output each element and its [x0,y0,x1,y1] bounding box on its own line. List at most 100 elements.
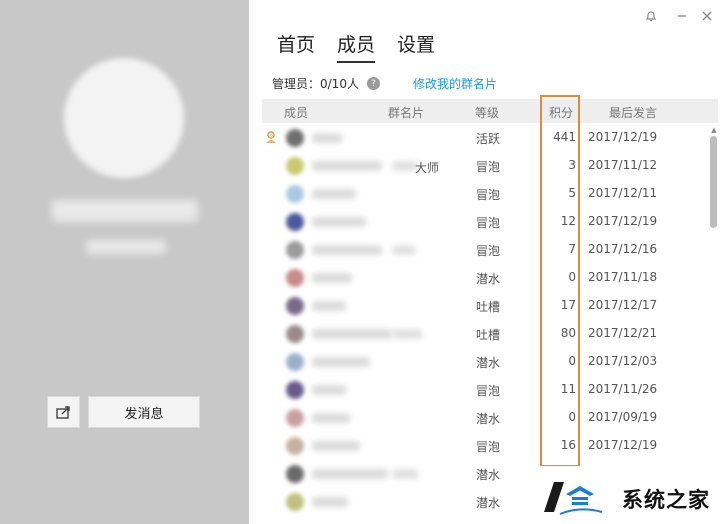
owner-icon [266,131,276,143]
member-last-message: 2017/11/12 [588,158,658,172]
member-level: 潜水 [476,356,501,370]
member-name-blurred [312,357,370,367]
member-last-message: 2017/12/19 [588,438,658,452]
member-card-blurred [392,329,422,339]
member-level: 潜水 [476,272,501,286]
member-last-message: 2017/09/19 [588,410,658,424]
table-row[interactable]: 冒泡 5 2017/12/11 [262,180,706,208]
member-points: 12 [560,214,576,228]
member-avatar [286,493,304,511]
tab-settings[interactable]: 设置 [397,30,435,63]
member-name-blurred [312,217,366,227]
member-avatar [286,241,304,259]
table-row[interactable]: 冒泡 7 2017/12/16 [262,236,706,264]
close-icon[interactable] [699,8,715,24]
member-points: 5 [568,186,576,200]
member-last-message: 2017/12/11 [588,186,658,200]
member-card: 大师 [415,161,440,175]
column-member[interactable]: 成员 [284,104,308,121]
member-last-message: 2017/11/26 [588,382,658,396]
send-message-button[interactable]: 发消息 [88,396,200,428]
member-name-blurred [312,497,348,507]
member-avatar [286,325,304,343]
member-name-blurred [312,301,346,311]
member-name-blurred [312,161,382,171]
table-row[interactable]: 潜水 0 2017/09/19 [262,404,706,432]
member-name-blurred [312,441,360,451]
watermark-text: 系统之家 [622,488,710,512]
minimize-icon[interactable] [674,8,690,24]
member-last-message: 2017/11/18 [588,270,658,284]
member-level: 潜水 [476,412,501,426]
table-row[interactable]: 大师 冒泡 3 2017/11/12 [262,152,706,180]
member-name-blurred [312,385,346,395]
tab-home[interactable]: 首页 [277,30,315,63]
member-avatar [286,353,304,371]
column-last-message[interactable]: 最后发言 [609,104,657,121]
member-last-message: 2017/12/16 [588,242,658,256]
member-last-message: 2017/12/19 [588,130,658,144]
scroll-up-icon[interactable]: ▲ [709,126,719,134]
member-avatar [286,437,304,455]
group-id-blurred [86,240,166,254]
share-button[interactable] [47,396,80,428]
member-name-blurred [312,469,388,479]
member-level: 吐槽 [476,300,501,314]
bell-icon[interactable] [643,8,659,24]
member-last-message: 2017/12/17 [588,298,658,312]
watermark-logo [544,482,603,515]
table-row[interactable]: 潜水 0 2017/12/03 [262,348,706,376]
table-row[interactable]: 吐槽 80 2017/12/21 [262,320,706,348]
member-card-blurred [392,469,418,479]
member-level: 冒泡 [476,216,501,230]
edit-my-card-link[interactable]: 修改我的群名片 [413,75,497,92]
member-last-message: 2017/12/19 [588,214,658,228]
table-row[interactable]: 冒泡 12 2017/12/19 [262,208,706,236]
member-last-message: 2017/12/03 [588,354,658,368]
table-row[interactable]: 冒泡 11 2017/11/26 [262,376,706,404]
member-level: 冒泡 [476,384,501,398]
member-last-message: 2017/12/21 [588,326,658,340]
member-name-blurred [312,273,352,283]
admin-count: 管理员：0/10人 ? [272,75,380,92]
members-table-body: 活跃 441 2017/12/19 大师 冒泡 3 2017/11/12 冒泡 5 2017/12… [262,124,706,516]
member-card-blurred [392,245,416,255]
member-points: 0 [568,410,576,424]
scrollbar-thumb[interactable] [710,136,717,228]
member-level: 冒泡 [476,188,501,202]
main-tabs: 首页 成员 设置 [277,30,435,63]
member-level: 冒泡 [476,160,501,174]
table-row[interactable]: 活跃 441 2017/12/19 [262,124,706,152]
member-points: 16 [560,438,576,452]
member-name-blurred [312,189,356,199]
member-name-blurred [312,413,350,423]
table-row[interactable]: 冒泡 16 2017/12/19 [262,432,706,460]
member-level: 潜水 [476,468,501,482]
member-avatar [286,409,304,427]
column-points[interactable]: 积分 [549,104,573,121]
help-icon[interactable]: ? [366,77,380,90]
table-row[interactable]: 潜水 0 2017/11/18 [262,264,706,292]
member-points: 0 [568,270,576,284]
table-row[interactable]: 吐槽 17 2017/12/17 [262,292,706,320]
member-avatar [286,465,304,483]
group-profile-panel: 发消息 [0,0,249,524]
member-points: 17 [560,298,576,312]
member-points: 0 [568,354,576,368]
column-card[interactable]: 群名片 [388,104,424,121]
member-points: 7 [568,242,576,256]
member-level: 活跃 [476,132,501,146]
member-avatar [286,269,304,287]
member-name-blurred [312,133,342,143]
member-avatar [286,213,304,231]
share-icon [55,406,70,419]
tab-members[interactable]: 成员 [337,30,376,63]
member-points: 3 [568,158,576,172]
admin-count-label: 管理员：0/10人 [272,77,359,91]
members-table-header: 成员 群名片 等级 积分 最后发言 [262,99,718,123]
member-avatar [286,297,304,315]
member-level: 吐槽 [476,328,501,342]
member-avatar [286,185,304,203]
column-level[interactable]: 等级 [475,104,499,121]
member-name-blurred [312,329,392,339]
